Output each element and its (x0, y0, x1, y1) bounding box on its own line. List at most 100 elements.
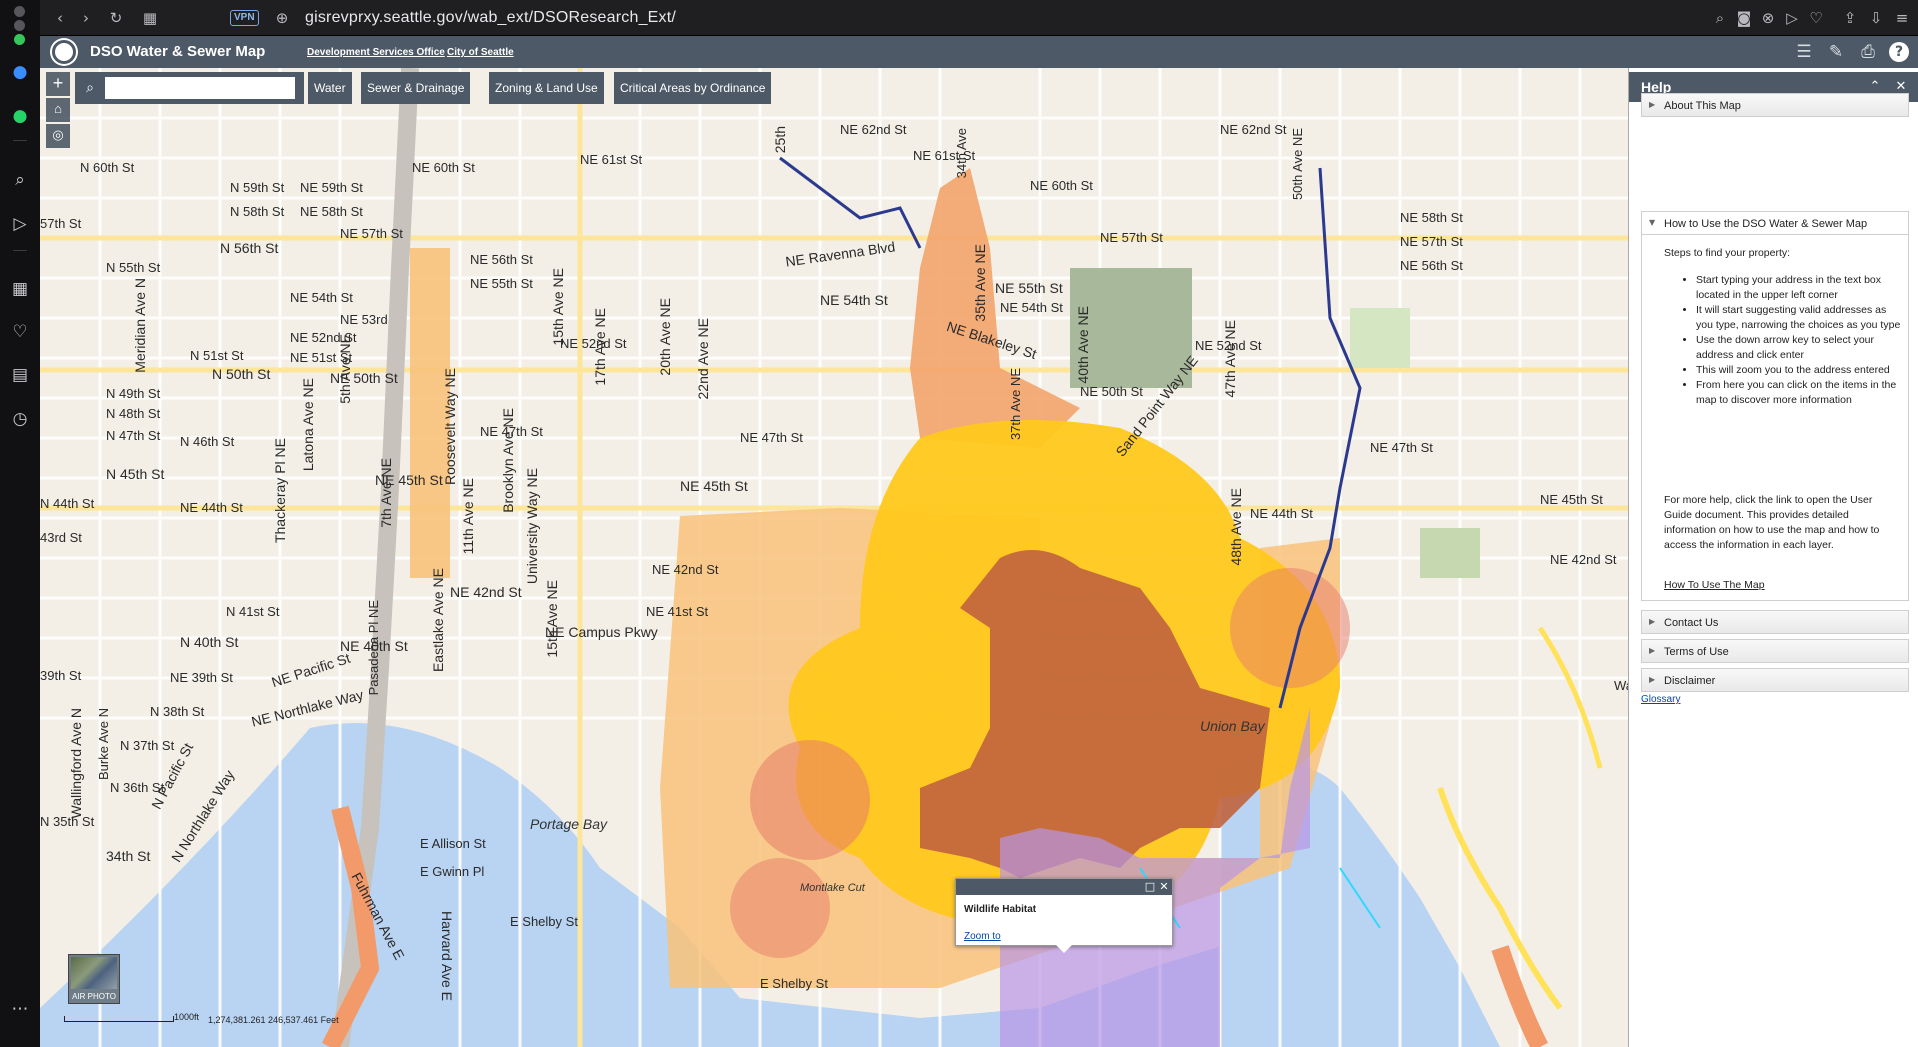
locate-button[interactable]: ◎ (46, 124, 70, 148)
street-label: NE 54th St (1000, 300, 1063, 315)
download-icon[interactable]: ⇩ (1866, 8, 1886, 28)
accordion-about[interactable]: ▶ About This Map (1641, 93, 1909, 117)
street-label: NE 44th St (1250, 506, 1313, 521)
close-icon[interactable]: ✕ (1158, 880, 1170, 893)
zoom-icon[interactable]: ⌕ (1710, 8, 1730, 28)
city-of-seattle-link[interactable]: City of Seattle (447, 47, 514, 58)
sewer-drainage-layer-button[interactable]: Sewer & Drainage (361, 72, 471, 104)
street-label: NE 45th St (680, 478, 748, 494)
help-panel: Help ⌃ ✕ ▶ About This Map ▼ How to Use t… (1628, 68, 1918, 1047)
tabs-grid-icon[interactable]: ▦ (140, 8, 160, 28)
street-label: NE 60th St (412, 160, 475, 175)
popup-pointer (1056, 945, 1072, 953)
street-label: Wallingford Ave N (68, 708, 84, 819)
reload-icon[interactable]: ↻ (106, 8, 126, 28)
street-label: E Shelby St (760, 976, 828, 991)
share-icon[interactable]: ⇪ (1840, 8, 1860, 28)
street-label: N 56th St (220, 240, 279, 256)
vpn-badge[interactable]: VPN (230, 10, 259, 26)
street-label: N 45th St (106, 466, 165, 482)
water-layer-button[interactable]: Water (308, 72, 352, 104)
maximize-icon[interactable]: □ (1144, 880, 1156, 893)
window-maximize-dot[interactable] (14, 34, 25, 45)
street-label: NE 44th St (180, 500, 243, 515)
heart-icon[interactable]: ♡ (8, 320, 32, 344)
window-minimize-dot[interactable] (14, 20, 25, 31)
street-label: NE 41st St (646, 604, 709, 619)
more-icon[interactable]: ⋯ (8, 997, 32, 1021)
street-label: NE 54th St (820, 292, 888, 308)
chevron-right-icon: ▶ (1649, 646, 1656, 655)
street-label: 7th Ave NE (378, 458, 394, 528)
scale-bar: 1000ft (64, 1010, 199, 1024)
window-close-dot[interactable] (14, 6, 25, 17)
screen: ● ● ⌕ ▷ ▦ ♡ ▤ ◷ ⋯ ‹ › ↻ ▦ VPN ⊕ gisrevpr… (0, 0, 1918, 1047)
help-icon[interactable]: ? (1889, 42, 1909, 62)
zoom-in-button[interactable]: + (46, 72, 70, 96)
street-label: N 46th St (180, 434, 235, 449)
search-bar: ⌕ (75, 72, 304, 104)
street-label: NE 55th St (470, 276, 533, 291)
zoning-land-use-layer-button[interactable]: Zoning & Land Use (489, 72, 604, 104)
street-label: 34th Ave (954, 128, 969, 179)
street-label: 25th (772, 126, 788, 154)
how-to-use-link[interactable]: How To Use The Map (1664, 579, 1765, 591)
browser-sidebar: ● ● ⌕ ▷ ▦ ♡ ▤ ◷ ⋯ (0, 0, 40, 1047)
street-label: E Allison St (420, 836, 486, 851)
street-label: Was (1614, 678, 1628, 693)
accordion-disclaimer[interactable]: ▶ Disclaimer (1641, 668, 1909, 692)
print-icon[interactable]: ⎙ (1856, 41, 1880, 63)
critical-areas-layer-button[interactable]: Critical Areas by Ordinance (614, 72, 772, 104)
bookmark-heart-icon[interactable]: ♡ (1806, 8, 1826, 28)
dock-divider (13, 140, 27, 141)
search-input[interactable] (105, 77, 295, 99)
zoom-to-link[interactable]: Zoom to (964, 931, 1001, 942)
street-label: E Gwinn Pl (420, 864, 485, 879)
chevron-right-icon: ▶ (1649, 617, 1656, 626)
menu-icon[interactable]: ≡ (1892, 8, 1912, 28)
coordinate-readout: 1,274,381.261 246,537.461 Feet (208, 1015, 339, 1025)
accordion-terms[interactable]: ▶ Terms of Use (1641, 639, 1909, 663)
whatsapp-icon[interactable]: ● (8, 104, 32, 128)
step-item: Start typing your address in the text bo… (1696, 273, 1902, 303)
messenger-icon[interactable]: ● (8, 60, 32, 84)
notes-icon[interactable]: ▤ (8, 363, 32, 387)
accordion-contact[interactable]: ▶ Contact Us (1641, 610, 1909, 634)
back-icon[interactable]: ‹ (50, 8, 70, 28)
measure-icon[interactable]: ✎ (1824, 41, 1848, 63)
street-label: Burke Ave N (96, 708, 111, 781)
app-title: DSO Water & Sewer Map (90, 43, 266, 60)
block-icon[interactable]: ⊗ (1758, 8, 1778, 28)
site-info-icon[interactable]: ⊕ (272, 8, 292, 28)
street-label: 20th Ave NE (657, 298, 673, 376)
street-label: NE 42nd St (1550, 552, 1617, 567)
app-header: DSO Water & Sewer Map Development Servic… (40, 36, 1918, 68)
glossary-link[interactable]: Glossary (1641, 694, 1680, 705)
street-label: Latona Ave NE (300, 378, 316, 472)
street-label: N 37th St (120, 738, 175, 753)
layer-list-icon[interactable]: ☰ (1792, 41, 1816, 63)
street-label: N 47th St (106, 428, 161, 443)
street-label: NE 54th St (290, 290, 353, 305)
address-bar[interactable]: gisrevprxy.seattle.gov/wab_ext/DSOResear… (305, 9, 676, 27)
street-label: N 41st St (226, 604, 280, 619)
basemap-toggle[interactable]: AIR PHOTO (68, 954, 120, 1004)
street-label: NE 57th St (340, 226, 403, 241)
search-icon[interactable]: ⌕ (8, 168, 32, 192)
street-label: N 44th St (40, 496, 95, 511)
send-tab-icon[interactable]: ▷ (1782, 8, 1802, 28)
home-button[interactable]: ⌂ (46, 98, 70, 122)
street-label: E Shelby St (510, 914, 578, 929)
send-icon[interactable]: ▷ (8, 212, 32, 236)
street-label: NE 62nd St (1220, 122, 1287, 137)
apps-grid-icon[interactable]: ▦ (8, 277, 32, 301)
accordion-how-to[interactable]: ▼ How to Use the DSO Water & Sewer Map (1641, 211, 1909, 235)
dso-link[interactable]: Development Services Office (307, 47, 445, 58)
search-icon[interactable]: ⌕ (81, 79, 99, 97)
forward-icon[interactable]: › (76, 8, 96, 28)
history-clock-icon[interactable]: ◷ (8, 407, 32, 431)
street-label: 50th Ave NE (1290, 128, 1305, 201)
street-label: NE 56th St (470, 252, 533, 267)
map-canvas[interactable]: NE 62nd St NE 62nd St NE 61st St NE 61st… (40, 68, 1628, 1047)
camera-icon[interactable]: ◙ (1734, 8, 1754, 28)
